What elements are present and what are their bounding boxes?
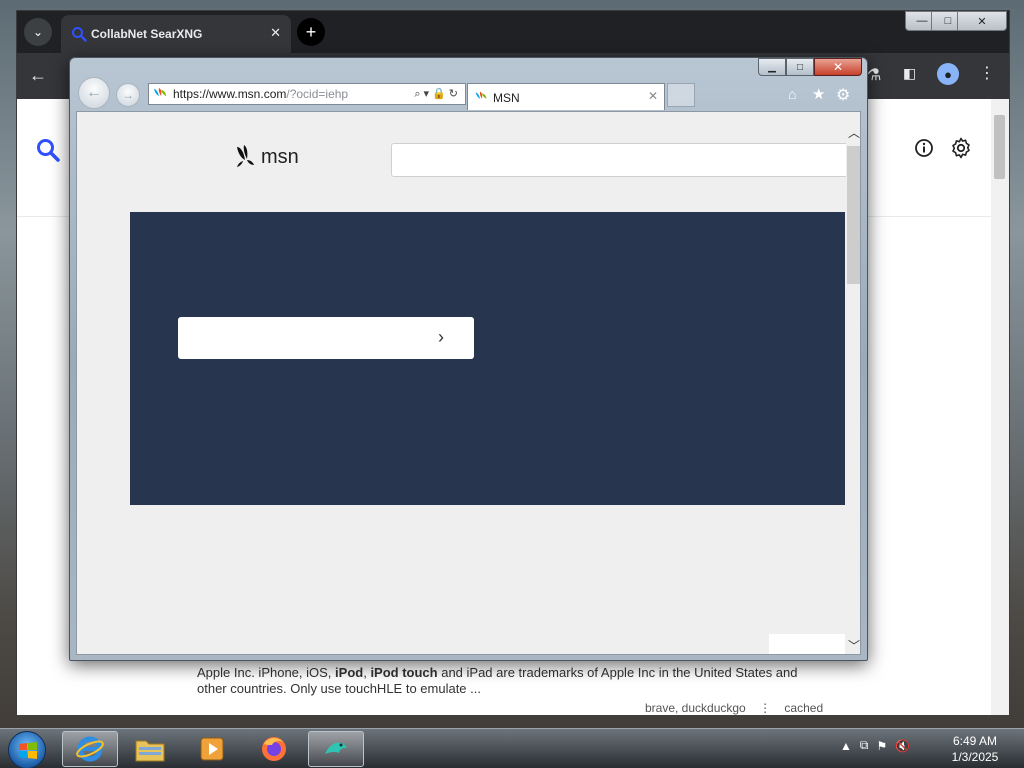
new-tab-button[interactable]: + [297,18,325,46]
taskbar: ▲ ⧉ ⚑ 🔇 6:49 AM 1/3/2025 [0,728,1024,768]
chrome-scrollbar[interactable] [991,99,1009,715]
chrome-scroll-thumb[interactable] [994,115,1005,179]
action-center-flag-icon[interactable]: ⚑ [876,739,887,753]
clock[interactable]: 6:49 AM 1/3/2025 [940,733,1010,765]
clock-time: 6:49 AM [952,734,998,748]
hero-button[interactable]: › [178,317,474,359]
system-tray: ▲ ⧉ ⚑ 🔇 [840,738,910,753]
msn-logo[interactable]: msn [235,144,299,170]
ie-tab-title: MSN [493,91,520,105]
kebab-menu-icon[interactable]: ⋮ [979,63,995,83]
gear-icon[interactable]: ⚙ [836,85,850,105]
address-bar-icons[interactable]: ⌕▾🔒↻ [414,87,461,101]
more-icon[interactable]: ⋮ [759,701,771,715]
firefox-icon [262,737,286,761]
result-engines: brave, duckduckgo [645,701,746,715]
side-panel-icon[interactable]: ◧ [903,65,916,82]
ie-minimize-button[interactable]: ▁ [758,58,786,76]
start-button[interactable] [8,731,46,768]
ie-maximize-button[interactable]: □ [786,58,814,76]
snippet-highlight: iPod touch [370,665,438,680]
chrome-tab-searxng[interactable]: CollabNet SearXNG ✕ [61,15,291,53]
ie-scroll-thumb[interactable] [847,146,860,284]
search-icon[interactable] [35,137,61,163]
chrome-tab-bar: ⌄ CollabNet SearXNG ✕ + — □ ✕ [17,11,1009,53]
profile-icon[interactable]: ● [937,63,959,85]
taskbar-ie[interactable] [62,731,118,767]
close-icon[interactable]: ✕ [648,89,658,103]
clock-date: 1/3/2025 [951,750,999,764]
ie-close-button[interactable]: ✕ [814,58,862,76]
arrow-left-icon[interactable]: ← [29,65,47,86]
arrow-right-icon: → [122,88,134,102]
media-player-icon [200,737,224,761]
result-snippet: Apple Inc. iPhone, iOS, iPod, iPod touch… [197,665,817,697]
msn-hero-banner: › [130,212,845,505]
internet-explorer-icon [76,736,104,762]
tab-search-button[interactable]: ⌄ [24,18,52,46]
searxng-favicon-icon [72,27,87,42]
home-icon[interactable]: ⌂ [788,86,796,102]
result-meta: brave, duckduckgo ⋮ cached [645,701,823,715]
taskbar-firefox[interactable] [246,731,302,767]
address-url-host: https://www.msn.com [173,87,287,101]
snippet-text: other countries. Only use touchHLE to em… [197,681,481,696]
close-icon[interactable]: ✕ [270,25,281,41]
msn-favicon-icon [154,88,166,96]
chrome-close-button[interactable]: ✕ [957,11,1007,31]
snippet-text: Apple Inc. iPhone, iOS, [197,665,336,680]
chevron-down-icon[interactable]: ﹀ [848,637,860,654]
chevron-up-icon[interactable]: ︿ [848,124,860,141]
star-icon[interactable]: ★ [812,85,825,103]
bird-app-icon [325,742,347,754]
back-button[interactable]: ← [78,77,110,109]
flask-icon[interactable]: ⚗ [867,65,881,85]
snippet-text: and iPad are trademarks of Apple Inc in … [437,665,798,680]
msn-logo-text: msn [261,145,299,168]
taskbar-media-player[interactable] [184,731,240,767]
ie-window: ▁ □ ✕ ← → https://www.msn.com/?ocid=iehp… [69,57,868,661]
chrome-tab-title: CollabNet SearXNG [91,27,203,41]
address-url-path: /?ocid=iehp [286,87,349,101]
chevron-down-icon: ⌄ [32,25,44,39]
ie-viewport: msn › ︿ ﹀ [76,111,861,655]
ie-scrollbar[interactable]: ︿ ﹀ [846,124,860,654]
taskbar-explorer[interactable] [122,731,178,767]
gear-icon[interactable] [949,136,973,160]
cached-link[interactable]: cached [784,701,823,715]
address-bar[interactable]: https://www.msn.com/?ocid=iehp ⌕▾🔒↻ [148,83,466,105]
folder-icon [135,740,165,762]
windows-logo-icon [19,742,37,759]
butterfly-icon [237,145,254,167]
msn-favicon-icon [475,91,487,99]
show-hidden-icons-icon[interactable]: ▲ [840,739,852,753]
volume-muted-icon[interactable]: 🔇 [895,739,910,753]
msn-search-input[interactable] [391,143,851,177]
info-icon[interactable] [913,137,935,159]
ie-tab-msn[interactable]: MSN ✕ [467,83,665,110]
network-icon[interactable]: ⧉ [860,738,869,753]
forward-button[interactable]: → [116,83,140,107]
snippet-highlight: iPod [335,665,364,680]
taskbar-app[interactable] [308,731,364,767]
ie-new-tab-button[interactable] [667,83,695,107]
chevron-right-icon: › [438,327,444,347]
arrow-left-icon: ← [86,84,102,101]
feedback-box[interactable] [769,634,845,654]
